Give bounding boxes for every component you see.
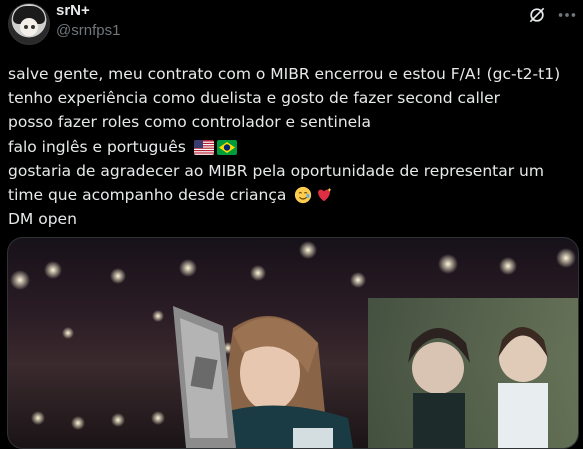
photo-scene bbox=[10, 241, 578, 448]
avatar-face bbox=[20, 18, 38, 36]
tweet-line: posso fazer roles como controlador e sen… bbox=[8, 113, 371, 132]
tweet-line-text: falo inglês e português bbox=[8, 137, 186, 156]
avatar[interactable] bbox=[8, 3, 50, 45]
grok-icon[interactable] bbox=[527, 5, 547, 25]
avatar-eye-right bbox=[31, 25, 35, 29]
display-name[interactable]: srN+ bbox=[56, 2, 90, 19]
sparkling-heart-emoji-icon bbox=[318, 187, 332, 202]
crying-smile-emoji-icon bbox=[295, 186, 312, 204]
tweet-text: salve gente, meu contrato com o MIBR enc… bbox=[8, 62, 578, 231]
tweet-line: DM open bbox=[8, 210, 77, 229]
more-options-icon[interactable] bbox=[556, 4, 578, 26]
avatar-eye-left bbox=[24, 25, 28, 29]
tweet-line: gostaria de agradecer ao MIBR pela oport… bbox=[8, 161, 544, 180]
us-flag-icon bbox=[193, 139, 214, 155]
tweet-photo[interactable] bbox=[7, 237, 579, 449]
user-handle[interactable]: @srnfps1 bbox=[56, 22, 120, 39]
tweet-line: salve gente, meu contrato com o MIBR enc… bbox=[8, 65, 561, 83]
tweet-line: tenho experiência como duelista e gosto … bbox=[8, 89, 501, 108]
brazil-flag-icon bbox=[216, 139, 237, 155]
tweet-line-thanks: time que acompanho desde criança bbox=[8, 183, 578, 207]
tweet-line-languages: falo inglês e português bbox=[8, 135, 578, 159]
tweet-line-text: time que acompanho desde criança bbox=[8, 186, 287, 205]
